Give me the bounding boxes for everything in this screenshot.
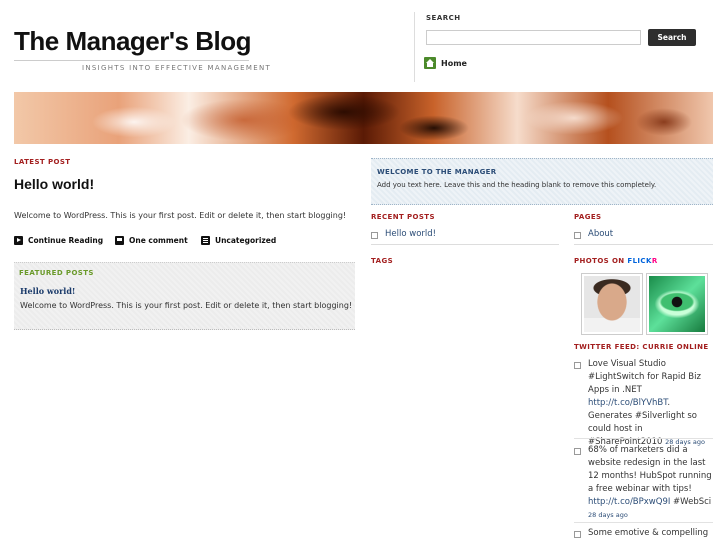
featured-posts-box: FEATURED POSTS Hello world! Welcome to W… — [14, 262, 355, 330]
featured-post-title[interactable]: Hello world! — [20, 286, 75, 296]
blog-tagline: INSIGHTS INTO EFFECTIVE MANAGEMENT — [82, 64, 272, 72]
flickr-logo-part2: R — [651, 257, 658, 265]
welcome-box: WELCOME TO THE MANAGER Add you text here… — [371, 158, 713, 205]
continue-reading-label: Continue Reading — [28, 236, 104, 245]
tweet-item: Some emotive & compelling — [574, 527, 713, 540]
nav-home-link[interactable]: Home — [424, 57, 467, 69]
list-divider — [371, 244, 559, 245]
tweet-divider — [574, 438, 713, 439]
tweet-body: 68% of marketers did a website redesign … — [588, 445, 712, 494]
tweet-body: Love Visual Studio #LightSwitch for Rapi… — [588, 359, 701, 395]
welcome-text: Add you text here. Leave this and the he… — [377, 181, 657, 189]
blog-title[interactable]: The Manager's Blog — [14, 26, 252, 57]
portrait-image — [584, 276, 640, 332]
tweet-item: 68% of marketers did a website redesign … — [574, 444, 713, 522]
continue-reading-link[interactable]: Continue Reading — [14, 236, 103, 245]
tweet-date-link[interactable]: 28 days ago — [588, 511, 628, 519]
photos-label-prefix: PHOTOS ON — [574, 257, 628, 265]
flickr-photo-portrait[interactable] — [581, 273, 643, 335]
flickr-photo-eye[interactable] — [646, 273, 708, 335]
comments-link[interactable]: One comment — [115, 236, 188, 245]
latest-post-label: LATEST POST — [14, 158, 71, 166]
bullet-icon — [574, 362, 581, 369]
category-label: Uncategorized — [215, 236, 277, 245]
list-divider — [574, 244, 713, 245]
tweet-body: Some emotive & compelling — [588, 528, 709, 538]
search-input[interactable] — [426, 30, 641, 45]
recent-post-item[interactable]: Hello world! — [371, 229, 559, 239]
tweet-link[interactable]: http://t.co/BlYVhBT — [588, 398, 667, 408]
photos-on-flickr-label: PHOTOS ON FLICKR — [574, 257, 658, 265]
twitter-feed-label: TWITTER FEED: CURRIE ONLINE — [574, 343, 709, 351]
bullet-icon — [574, 531, 581, 538]
tweet-text: Love Visual Studio #LightSwitch for Rapi… — [588, 358, 713, 449]
tweet-body-continued: #WebSci — [670, 497, 712, 507]
nav-home-label: Home — [441, 58, 467, 68]
header-divider — [414, 12, 415, 82]
page-item-about[interactable]: About — [574, 229, 713, 239]
recent-post-link[interactable]: Hello world! — [385, 229, 436, 239]
featured-post-excerpt: Welcome to WordPress. This is your first… — [20, 301, 353, 310]
pages-label: PAGES — [574, 213, 602, 221]
tweet-link[interactable]: http://t.co/BPxwQ9I — [588, 497, 670, 507]
welcome-title: WELCOME TO THE MANAGER — [377, 168, 497, 176]
flickr-logo-part1: FLICK — [627, 257, 652, 265]
bullet-icon — [371, 232, 378, 239]
title-divider — [14, 60, 249, 61]
home-icon — [424, 57, 436, 69]
tweet-text: Some emotive & compelling — [588, 527, 708, 540]
category-link[interactable]: Uncategorized — [201, 236, 276, 245]
comment-icon — [115, 236, 124, 245]
tweet-item: Love Visual Studio #LightSwitch for Rapi… — [574, 358, 713, 449]
bullet-icon — [574, 448, 581, 455]
featured-posts-label: FEATURED POSTS — [19, 269, 94, 277]
bullet-icon — [574, 232, 581, 239]
tweet-text: 68% of marketers did a website redesign … — [588, 444, 713, 522]
search-heading: SEARCH — [426, 14, 461, 22]
comments-label: One comment — [129, 236, 188, 245]
eye-image — [649, 276, 705, 332]
category-icon — [201, 236, 210, 245]
tweet-divider — [574, 522, 713, 523]
arrow-right-icon — [14, 236, 23, 245]
search-button[interactable]: Search — [648, 29, 696, 46]
post-excerpt: Welcome to WordPress. This is your first… — [14, 211, 347, 220]
header-banner-image — [14, 92, 713, 144]
page-link-about[interactable]: About — [588, 229, 613, 239]
tags-label: TAGS — [371, 257, 394, 265]
recent-posts-label: RECENT POSTS — [371, 213, 435, 221]
post-title[interactable]: Hello world! — [14, 176, 94, 192]
